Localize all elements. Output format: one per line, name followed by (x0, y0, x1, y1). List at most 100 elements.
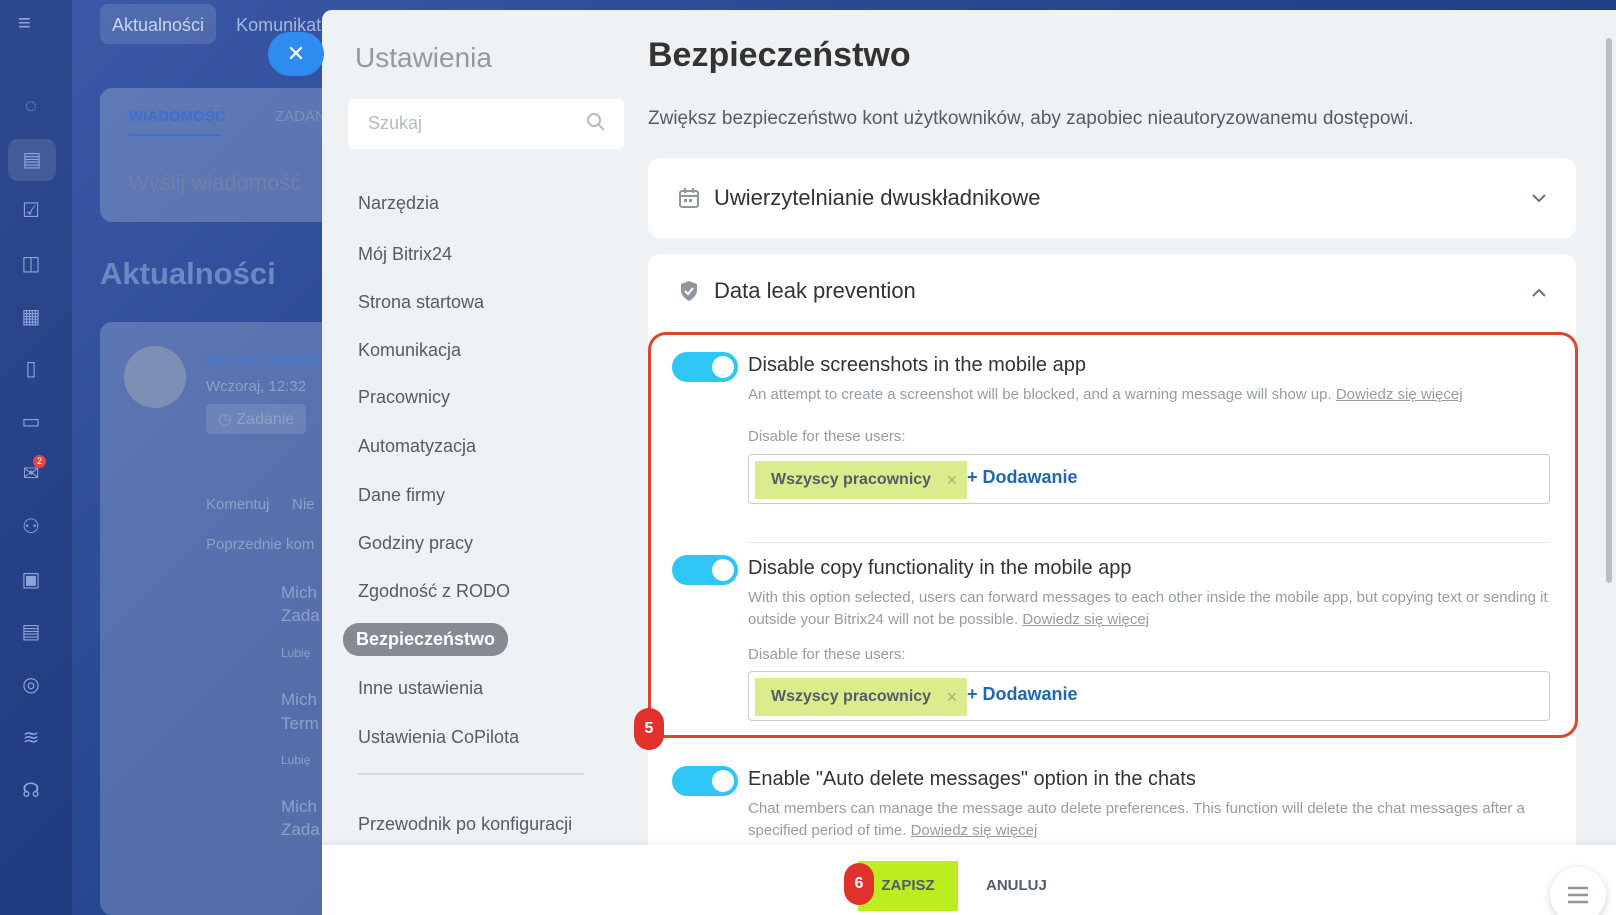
auto-delete-toggle[interactable] (672, 766, 738, 796)
comment-action[interactable]: Komentuj (206, 496, 269, 513)
nav-item-gdpr[interactable]: Zgodność z RODO (358, 581, 510, 602)
section-two-factor-header[interactable]: Uwierzytelnianie dwuskładnikowe (678, 183, 1041, 213)
marketing-icon[interactable]: ◎ (19, 673, 43, 697)
option-description-text: An attempt to create a screenshot will b… (748, 386, 1332, 403)
feed-icon[interactable]: ▤ (8, 139, 56, 181)
tasks-icon[interactable]: ☑ (19, 199, 43, 223)
user-chip: Wszyscy pracownicy × (755, 461, 968, 499)
nav-item-other-settings[interactable]: Inne ustawienia (358, 678, 483, 699)
nav-item-communication[interactable]: Komunikacja (358, 340, 461, 361)
nav-item-employees[interactable]: Pracownicy (358, 387, 450, 408)
nav-item-working-hours[interactable]: Godziny pracy (358, 533, 473, 554)
add-users-link[interactable]: + Dodawanie (967, 684, 1078, 705)
documents-icon[interactable]: ▯ (19, 357, 43, 381)
comment-author: Mich (281, 690, 317, 709)
users-label: Disable for these users: (748, 428, 906, 445)
nav-item-automation[interactable]: Automatyzacja (358, 436, 476, 457)
comment-like[interactable]: Lubię (281, 753, 310, 767)
groups-icon[interactable]: ⚇ (19, 515, 43, 539)
drive-icon[interactable]: ▭ (19, 410, 43, 434)
search-icon[interactable] (586, 112, 606, 132)
composer-placeholder[interactable]: Wyślij wiadomość (128, 170, 301, 196)
config-guide-link[interactable]: Przewodnik po konfiguracji (358, 814, 572, 835)
cancel-button[interactable]: ANULUJ (986, 861, 1047, 911)
option-auto-delete-messages: Enable "Auto delete messages" option in … (672, 766, 1552, 846)
nav-item-copilot-settings[interactable]: Ustawienia CoPilota (358, 727, 519, 748)
option-title: Disable screenshots in the mobile app (748, 354, 1086, 376)
section-dlp-header[interactable]: Data leak prevention (678, 276, 916, 306)
step-badge-5: 5 (634, 708, 664, 750)
user-selector[interactable]: Wszyscy pracownicy × + Dodawanie (748, 671, 1550, 721)
learn-more-link[interactable]: Dowiedz się więcej (911, 822, 1038, 839)
clock-icon: ◷ (218, 411, 237, 428)
user-selector[interactable]: Wszyscy pracownicy × + Dodawanie (748, 454, 1550, 504)
learn-more-link[interactable]: Dowiedz się więcej (1336, 386, 1463, 403)
option-disable-screenshots: Disable screenshots in the mobile app An… (672, 352, 1552, 504)
nav-divider (358, 773, 584, 775)
close-icon: ✕ (286, 41, 306, 66)
filter-icon[interactable]: ≋ (19, 726, 43, 750)
option-disable-copy: Disable copy functionality in the mobile… (672, 555, 1552, 725)
sidebar-title: Ustawienia (355, 42, 492, 73)
section-title: Uwierzytelnianie dwuskładnikowe (714, 185, 1041, 210)
top-tab-feed[interactable]: Aktualności (100, 4, 217, 44)
hamburger-icon[interactable]: ≡ (18, 10, 31, 36)
unfollow-action[interactable]: Nie (292, 496, 315, 513)
post-tag[interactable]: ◷ Zadanie (206, 404, 307, 434)
comment-like[interactable]: Lubię (281, 646, 310, 660)
learn-more-link[interactable]: Dowiedz się więcej (1022, 611, 1149, 628)
chevron-down-icon[interactable] (1530, 189, 1548, 207)
avatar (124, 346, 186, 408)
contacts-icon[interactable]: ▤ (19, 620, 43, 644)
scrollbar[interactable] (1606, 38, 1612, 583)
page-description: Zwiększ bezpieczeństwo kont użytkowników… (648, 108, 1414, 129)
post-author[interactable]: Michał Radełko (206, 350, 330, 370)
chevron-up-icon[interactable] (1530, 284, 1548, 302)
composer-card: WIADOMOŚĆ ZADAN Wyślij wiadomość (100, 88, 340, 222)
section-two-factor[interactable]: Uwierzytelnianie dwuskładnikowe (648, 158, 1576, 238)
post-tag-label: Zadanie (236, 411, 295, 428)
nav-item-tools[interactable]: Narzędzia (358, 193, 439, 214)
add-users-link[interactable]: + Dodawanie (967, 467, 1078, 488)
list-icon (1568, 886, 1588, 904)
shield-check-icon (681, 281, 697, 301)
remove-chip-icon[interactable]: × (947, 678, 958, 716)
footer-bar: ZAPISZ ANULUJ (322, 845, 1616, 915)
option-title: Enable "Auto delete messages" option in … (748, 768, 1196, 790)
nav-item-start-page[interactable]: Strona startowa (358, 292, 484, 313)
robot-icon[interactable]: ☊ (19, 779, 43, 803)
composer-tab-underline (129, 134, 221, 136)
copy-toggle[interactable] (672, 555, 738, 585)
settings-main: Bezpieczeństwo Zwiększ bezpieczeństwo ko… (622, 10, 1616, 915)
menu-button[interactable] (1550, 867, 1606, 915)
chat-icon[interactable]: ◫ (19, 252, 43, 276)
mail-badge: 2 (33, 455, 46, 468)
option-description: Chat members can manage the message auto… (748, 798, 1548, 842)
comment-text: Term (281, 714, 319, 733)
nav-item-my-bitrix24[interactable]: Mój Bitrix24 (358, 244, 452, 265)
comment-text: Zada (281, 820, 320, 839)
settings-sidebar: Ustawienia Narzędzia Mój Bitrix24 Strona… (322, 10, 624, 915)
user-chip: Wszyscy pracownicy × (755, 678, 968, 716)
search-box (348, 99, 624, 149)
pulse-icon[interactable]: ◌ (19, 94, 43, 118)
left-menu: ≡ ◌ ▤ ☑ ◫ ▦ ▯ ▭ ✉ 2 ⚇ ▣ ▤ ◎ ≋ ☊ (0, 0, 72, 915)
crm-icon[interactable]: ▣ (19, 568, 43, 592)
composer-tab-message[interactable]: WIADOMOŚĆ (129, 108, 226, 125)
calendar-icon[interactable]: ▦ (19, 305, 43, 329)
comment-text: Zada (281, 606, 320, 625)
comment-author: Mich (281, 583, 317, 602)
close-slider-button[interactable]: ✕ (268, 32, 324, 76)
users-label: Disable for these users: (748, 646, 906, 663)
nav-item-company-data[interactable]: Dane firmy (358, 485, 445, 506)
search-input[interactable] (368, 113, 568, 134)
nav-item-security[interactable]: Bezpieczeństwo (343, 623, 509, 656)
composer-tab-task[interactable]: ZADAN (275, 108, 326, 125)
option-description: With this option selected, users can for… (748, 587, 1548, 631)
page-title: Bezpieczeństwo (648, 36, 911, 74)
remove-chip-icon[interactable]: × (947, 461, 958, 499)
previous-comments-link[interactable]: Poprzednie kom (206, 536, 314, 553)
screenshots-toggle[interactable] (672, 352, 738, 382)
option-divider (748, 542, 1550, 543)
option-title: Disable copy functionality in the mobile… (748, 557, 1132, 579)
